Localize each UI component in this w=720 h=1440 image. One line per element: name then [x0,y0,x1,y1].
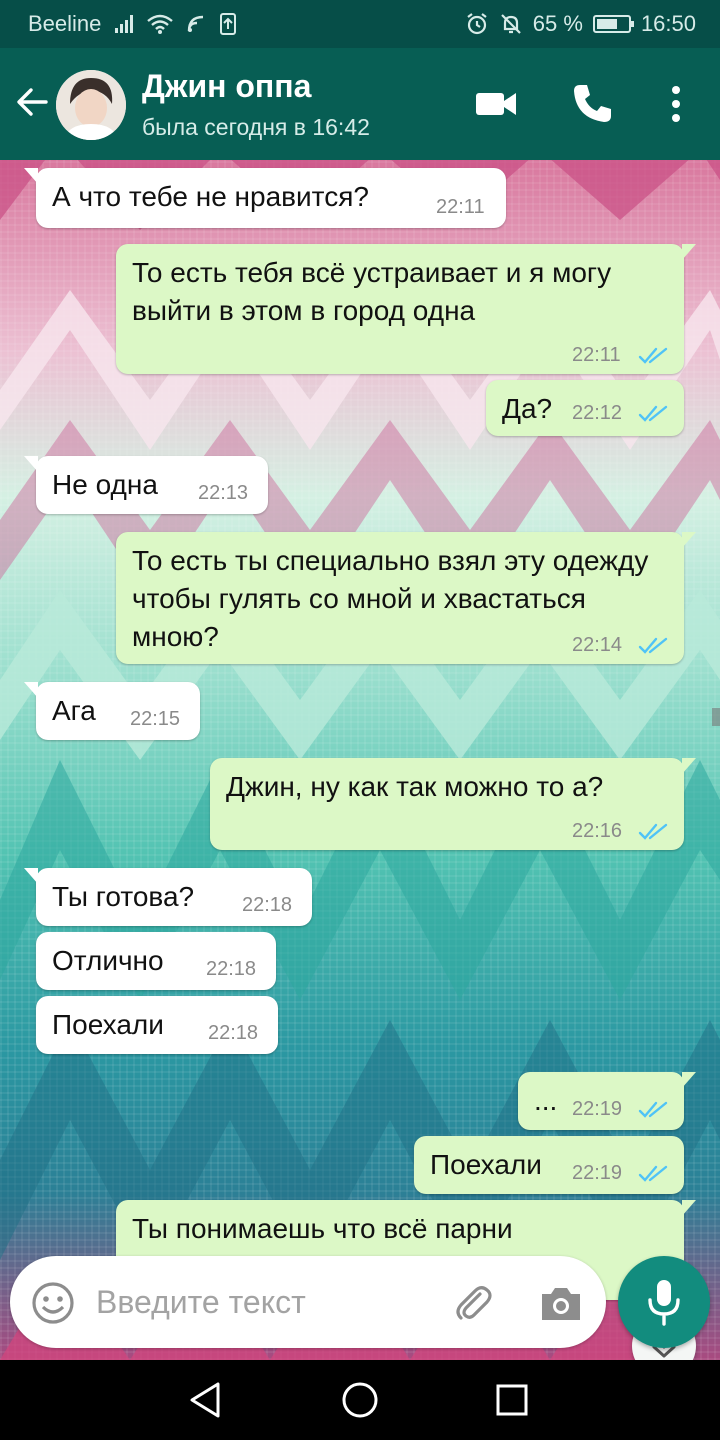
bubble-tail [682,1200,696,1216]
message-time: 22:18 [206,958,257,980]
message-time: 22:16 [572,820,623,842]
bubble-tail [682,1072,696,1088]
read-receipt-icon [638,823,668,840]
signal-icon [115,15,134,33]
message-time: 22:13 [198,482,249,504]
microphone-icon [648,1280,680,1326]
bubble-tail [682,532,696,548]
alarm-icon [467,13,487,35]
nfc-icon [188,15,204,32]
message-time: 22:15 [130,708,181,730]
upload-icon [220,13,237,35]
incoming-message[interactable]: Ты готова? 22:18 [24,868,312,926]
outgoing-message[interactable]: Поехали 22:19 [414,1136,684,1194]
contact-name[interactable]: Джин оппа [142,68,311,105]
message-text: Поехали [430,1149,542,1180]
incoming-message[interactable]: А что тебе не нравится? 22:11 [24,168,506,228]
carrier-label: Beeline [28,11,102,36]
incoming-message[interactable]: Ага 22:15 [24,682,200,740]
incoming-message[interactable]: Поехали 22:18 [36,996,278,1054]
message-time: 22:18 [242,894,293,916]
message-time: 22:11 [572,344,621,366]
read-receipt-icon [638,637,668,654]
scrollbar-thumb[interactable] [712,708,720,726]
more-vert-icon[interactable] [652,80,700,128]
mute-bell-icon [501,14,521,34]
bubble-tail [24,456,38,472]
phone-icon[interactable] [568,80,616,128]
incoming-message[interactable]: Не одна 22:13 [24,456,268,514]
read-receipt-icon [638,1101,668,1118]
outgoing-message[interactable]: Джин, ну как так можно то а? 22:16 [210,758,696,850]
bubble-tail [682,244,696,260]
voice-record-button[interactable] [618,1256,710,1348]
message-input[interactable] [96,1276,436,1328]
nav-home-icon[interactable] [338,1378,382,1422]
back-arrow-icon[interactable] [12,82,52,122]
message-text: Ты понимаешь что всё парни [132,1213,513,1244]
message-time: 22:19 [572,1162,623,1184]
message-text: А что тебе не нравится? [52,181,369,212]
video-call-icon[interactable] [472,80,520,128]
nav-back-icon[interactable] [184,1378,228,1422]
message-composer [10,1256,606,1348]
outgoing-message[interactable]: То есть тебя всё устраивает и я могу вый… [116,244,696,374]
incoming-message[interactable]: Отлично 22:18 [36,932,276,990]
message-text: Джин, ну как так можно то а? [226,771,604,802]
outgoing-message[interactable]: Да? 22:12 [486,380,684,436]
bubble-tail [682,758,696,774]
avatar[interactable] [56,70,126,140]
bubble-tail [24,682,38,698]
attach-paperclip-icon[interactable] [450,1280,496,1326]
bubble-tail [24,168,38,184]
system-nav-bar [0,1360,720,1440]
camera-icon[interactable] [538,1280,584,1326]
message-time: 22:18 [208,1022,259,1044]
outgoing-message[interactable]: То есть ты специально взял эту одежду чт… [116,532,696,664]
message-time: 22:14 [572,634,623,656]
status-bar: Beeline 65 % 16:50 [0,0,720,48]
chat-header: Джин оппа была сегодня в 16:42 [0,48,720,160]
clock: 16:50 [640,11,696,36]
message-time: 22:12 [572,402,623,424]
message-text: То есть тебя всё устраивает и я могу вый… [132,257,612,326]
wifi-icon [147,14,174,34]
outgoing-message[interactable]: ... 22:19 [518,1072,696,1130]
last-seen-status: была сегодня в 16:42 [142,114,370,140]
read-receipt-icon [638,1165,668,1182]
message-time: 22:11 [436,196,485,218]
bubble-tail [24,868,38,884]
read-receipt-icon [638,347,668,364]
read-receipt-icon [638,405,668,422]
chat-area[interactable]: А что тебе не нравится? 22:11 То есть тебя… [0,160,720,1360]
battery-icon [592,15,634,33]
emoji-icon[interactable] [30,1280,76,1326]
message-time: 22:19 [572,1098,623,1120]
battery-percent: 65 % [532,11,583,36]
nav-recents-icon[interactable] [490,1378,534,1422]
